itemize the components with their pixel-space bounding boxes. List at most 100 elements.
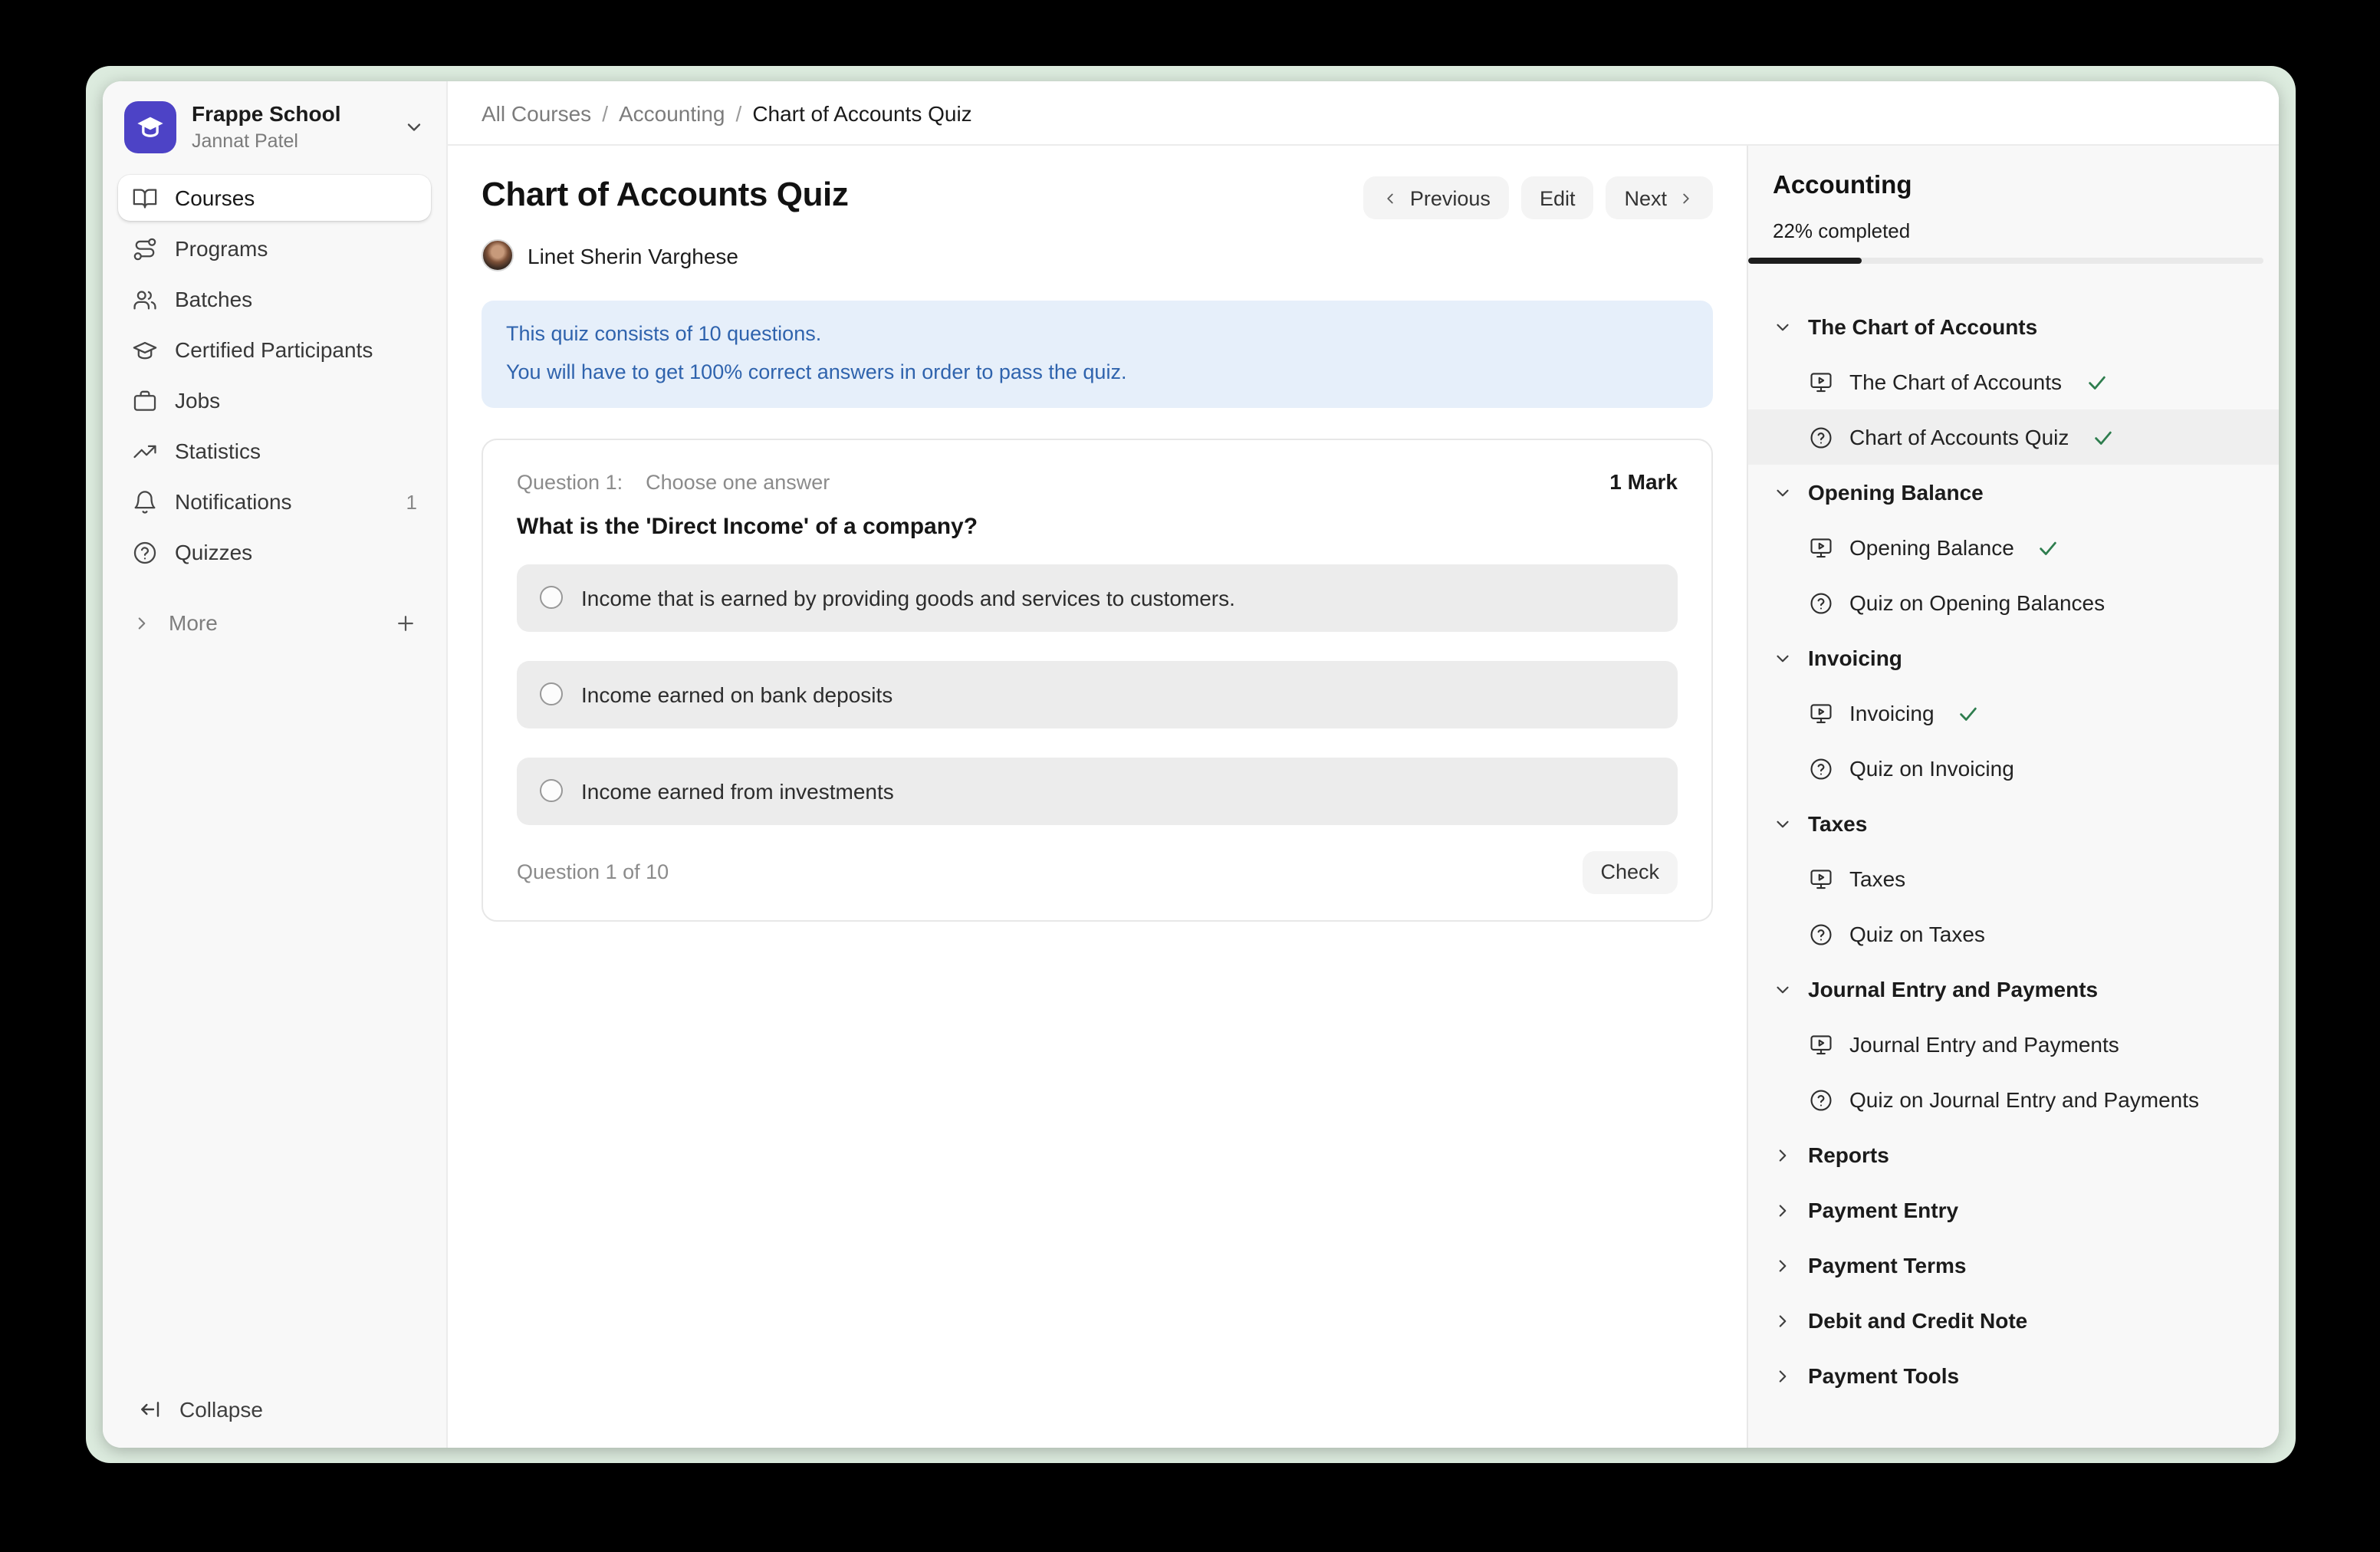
outline-item-label: Quiz on Taxes bbox=[1849, 922, 1985, 946]
outline-lesson-item[interactable]: The Chart of Accounts bbox=[1748, 354, 2279, 409]
sidebar-item-label: Programs bbox=[175, 236, 268, 261]
answer-options: Income that is earned by providing goods… bbox=[517, 564, 1678, 825]
collapse-sidebar-button[interactable]: Collapse bbox=[103, 1374, 446, 1448]
quiz-notice-banner: This quiz consists of 10 questions. You … bbox=[482, 301, 1713, 408]
collapse-label: Collapse bbox=[179, 1397, 263, 1422]
sidebar-item-jobs[interactable]: Jobs bbox=[118, 377, 431, 423]
sidebar-item-statistics[interactable]: Statistics bbox=[118, 428, 431, 474]
check-button[interactable]: Check bbox=[1582, 851, 1678, 894]
answer-option-label: Income earned from investments bbox=[581, 779, 894, 804]
answer-option-label: Income earned on bank deposits bbox=[581, 682, 893, 707]
answer-option[interactable]: Income earned from investments bbox=[517, 758, 1678, 825]
completed-check-icon bbox=[2085, 370, 2108, 393]
chevron-down-icon bbox=[1773, 648, 1793, 668]
quiz-icon bbox=[1808, 424, 1834, 450]
help-circle-icon bbox=[132, 539, 158, 565]
outline-lesson-item[interactable]: Invoicing bbox=[1748, 686, 2279, 741]
question-marks: 1 Mark bbox=[1609, 469, 1678, 494]
radio-button[interactable] bbox=[540, 683, 563, 706]
edit-button[interactable]: Edit bbox=[1521, 176, 1594, 219]
chapter-title: Payment Tools bbox=[1808, 1363, 1959, 1388]
question-progress-label: Question 1 of 10 bbox=[517, 861, 669, 884]
quiz-icon bbox=[1808, 921, 1834, 947]
trending-up-icon bbox=[132, 438, 158, 464]
question-instruction: Choose one answer bbox=[646, 471, 830, 494]
notification-count-badge: 1 bbox=[406, 490, 417, 513]
chapter-row[interactable]: Reports bbox=[1748, 1127, 2279, 1182]
radio-button[interactable] bbox=[540, 587, 563, 610]
chevron-down-icon bbox=[1773, 814, 1793, 834]
outline-lesson-item[interactable]: Journal Entry and Payments bbox=[1748, 1017, 2279, 1072]
previous-button[interactable]: Previous bbox=[1364, 176, 1509, 219]
outline-quiz-item[interactable]: Quiz on Journal Entry and Payments bbox=[1748, 1072, 2279, 1127]
chevron-right-icon bbox=[1773, 1310, 1793, 1330]
chapter-title: Debit and Credit Note bbox=[1808, 1308, 2027, 1333]
chevron-down-icon[interactable] bbox=[403, 117, 425, 138]
next-button[interactable]: Next bbox=[1606, 176, 1713, 219]
frappe-school-logo-icon bbox=[124, 101, 176, 153]
breadcrumb-item[interactable]: All Courses bbox=[482, 100, 591, 125]
quiz-icon bbox=[1808, 1087, 1834, 1113]
radio-button[interactable] bbox=[540, 780, 563, 803]
sidebar-item-quizzes[interactable]: Quizzes bbox=[118, 529, 431, 575]
plus-icon[interactable] bbox=[394, 611, 417, 634]
sidebar-item-more[interactable]: More bbox=[118, 600, 431, 646]
sidebar-item-courses[interactable]: Courses bbox=[118, 175, 431, 221]
outline-quiz-item[interactable]: Quiz on Opening Balances bbox=[1748, 575, 2279, 630]
route-icon bbox=[132, 235, 158, 261]
briefcase-icon bbox=[132, 387, 158, 413]
outline-quiz-item[interactable]: Quiz on Taxes bbox=[1748, 906, 2279, 962]
sidebar-item-label: Courses bbox=[175, 186, 255, 210]
left-sidebar: Frappe School Jannat Patel Courses Progra… bbox=[103, 81, 448, 1448]
page-title: Chart of Accounts Quiz bbox=[482, 175, 848, 215]
outline-quiz-item[interactable]: Chart of Accounts Quiz bbox=[1748, 409, 2279, 465]
chevron-right-icon bbox=[1773, 1366, 1793, 1386]
chapter-row[interactable]: The Chart of Accounts bbox=[1748, 299, 2279, 354]
chevron-left-icon bbox=[1382, 189, 1399, 206]
outline-item-label: Journal Entry and Payments bbox=[1849, 1032, 2119, 1057]
stage: Frappe School Jannat Patel Courses Progra… bbox=[0, 0, 2380, 1552]
notice-line: You will have to get 100% correct answer… bbox=[506, 354, 1688, 393]
course-progress-bar bbox=[1748, 258, 2263, 264]
author-row: Linet Sherin Varghese bbox=[482, 239, 1713, 271]
sidebar-item-programs[interactable]: Programs bbox=[118, 225, 431, 271]
answer-option[interactable]: Income that is earned by providing goods… bbox=[517, 564, 1678, 632]
answer-option[interactable]: Income earned on bank deposits bbox=[517, 661, 1678, 728]
sidebar-item-certified-participants[interactable]: Certified Participants bbox=[118, 327, 431, 373]
book-open-icon bbox=[132, 185, 158, 211]
chapter-row[interactable]: Payment Entry bbox=[1748, 1182, 2279, 1238]
chapter-row[interactable]: Opening Balance bbox=[1748, 465, 2279, 520]
left-nav: Courses Programs Batches Certified Particip… bbox=[103, 172, 446, 575]
sidebar-item-label: Certified Participants bbox=[175, 337, 373, 362]
outline-item-label: Chart of Accounts Quiz bbox=[1849, 425, 2069, 449]
workspace-switcher[interactable]: Frappe School Jannat Patel bbox=[103, 81, 446, 172]
lesson-icon bbox=[1808, 534, 1834, 561]
sidebar-item-label: Notifications bbox=[175, 489, 292, 514]
chapter-row[interactable]: Journal Entry and Payments bbox=[1748, 962, 2279, 1017]
chapter-row[interactable]: Payment Tools bbox=[1748, 1348, 2279, 1403]
app-window: Frappe School Jannat Patel Courses Progra… bbox=[103, 81, 2279, 1448]
bell-icon bbox=[132, 488, 158, 515]
outline-item-label: The Chart of Accounts bbox=[1849, 370, 2062, 394]
sidebar-item-batches[interactable]: Batches bbox=[118, 276, 431, 322]
graduation-cap-icon bbox=[132, 337, 158, 363]
chapter-title: Payment Entry bbox=[1808, 1198, 1958, 1222]
outline-lesson-item[interactable]: Taxes bbox=[1748, 851, 2279, 906]
breadcrumb-item[interactable]: Accounting bbox=[619, 100, 725, 125]
chapter-title: Journal Entry and Payments bbox=[1808, 977, 2098, 1001]
chevron-right-icon bbox=[1678, 189, 1695, 206]
outline-lesson-item[interactable]: Opening Balance bbox=[1748, 520, 2279, 575]
user-name: Jannat Patel bbox=[192, 130, 340, 153]
chapter-row[interactable]: Payment Terms bbox=[1748, 1238, 2279, 1293]
chapter-row[interactable]: Invoicing bbox=[1748, 630, 2279, 686]
progress-fill bbox=[1748, 258, 1862, 264]
outline-quiz-item[interactable]: Quiz on Invoicing bbox=[1748, 741, 2279, 796]
sidebar-item-notifications[interactable]: Notifications 1 bbox=[118, 478, 431, 524]
chapter-row[interactable]: Taxes bbox=[1748, 796, 2279, 851]
outline-item-label: Taxes bbox=[1849, 866, 1905, 891]
chapter-row[interactable]: Debit and Credit Note bbox=[1748, 1293, 2279, 1348]
outline-item-label: Invoicing bbox=[1849, 701, 1935, 725]
collapse-arrow-icon bbox=[138, 1397, 163, 1422]
chapter-title: Opening Balance bbox=[1808, 480, 1984, 505]
answer-option-label: Income that is earned by providing goods… bbox=[581, 586, 1235, 610]
